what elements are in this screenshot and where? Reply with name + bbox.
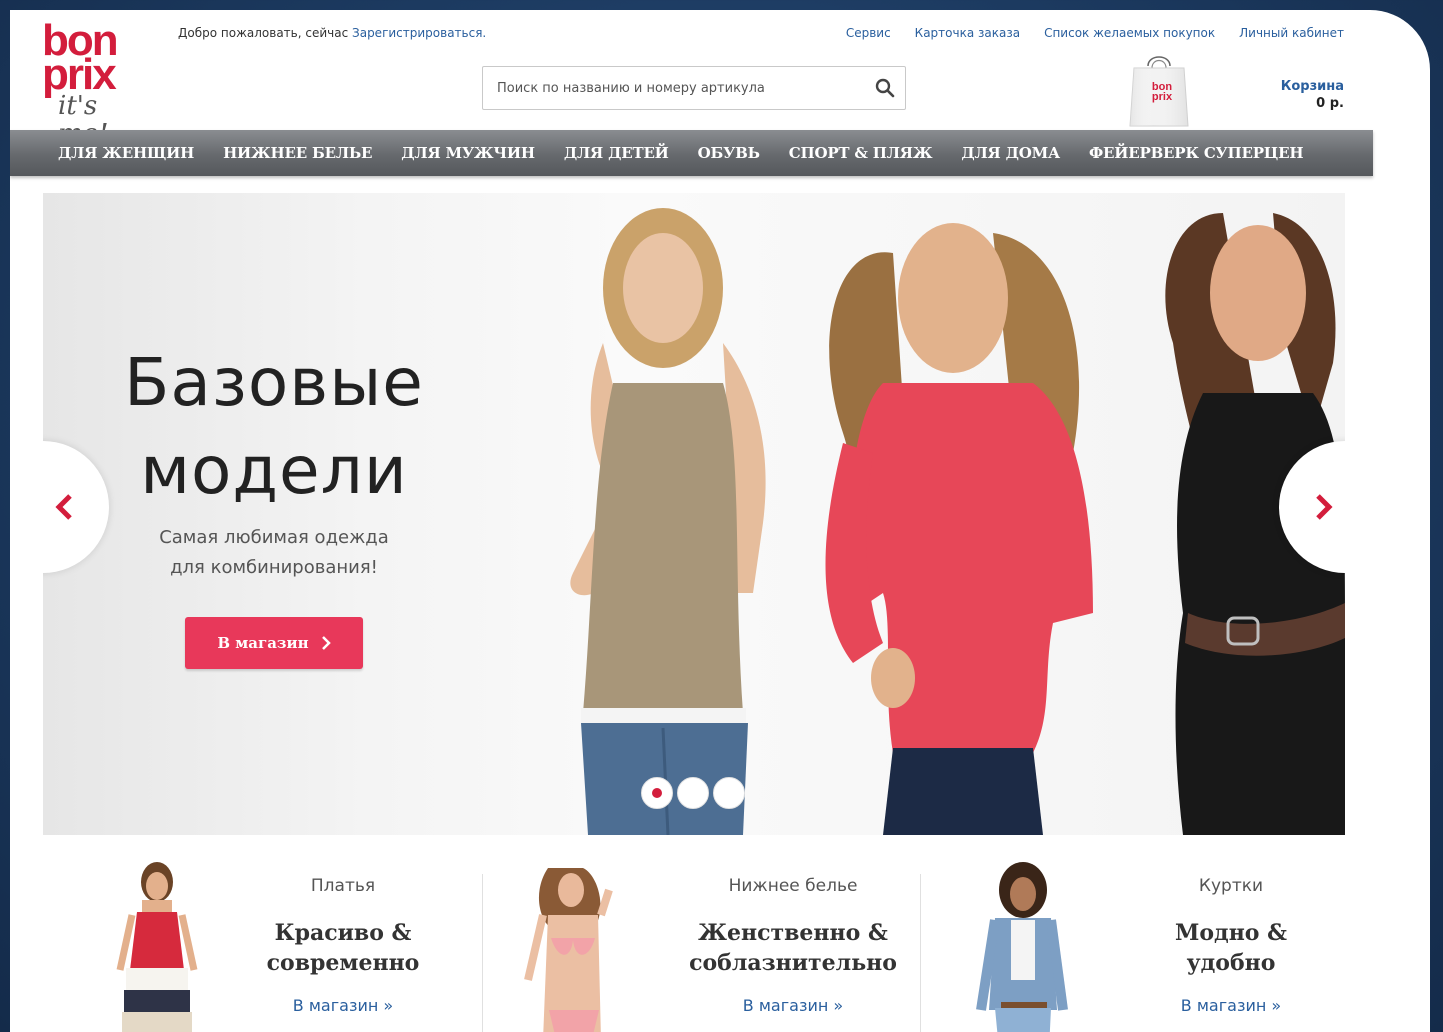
promo-headline: Модно & удобно xyxy=(1101,918,1361,978)
hero-subtitle-line2: для комбинирования! xyxy=(170,557,378,578)
bonprix-logo[interactable]: bon prix it's me! xyxy=(42,19,152,149)
promo-headline-line1: Красиво & xyxy=(274,920,412,946)
search-icon[interactable] xyxy=(875,78,895,98)
welcome-message: Добро пожаловать, сейчас Зарегистрироват… xyxy=(178,26,486,40)
nav-item-women[interactable]: ДЛЯ ЖЕНЩИН xyxy=(58,144,194,162)
chevron-left-icon xyxy=(55,494,72,520)
promo-jackets[interactable]: Куртки Модно & удобно В магазин » xyxy=(921,850,1373,1032)
lingerie-model-image xyxy=(524,868,613,1032)
cart-summary[interactable]: Корзина 0 р. xyxy=(1281,78,1344,112)
nav-item-lingerie[interactable]: НИЖНЕЕ БЕЛЬЕ xyxy=(223,144,372,162)
svg-text:prix: prix xyxy=(1152,91,1173,103)
promo-lingerie[interactable]: Нижнее белье Женственно & соблазнительно… xyxy=(483,850,919,1032)
nav-item-super-sale[interactable]: ФЕЙЕРВЕРК СУПЕРЦЕН xyxy=(1089,144,1303,162)
hero-banner[interactable]: Базовые модели Самая любимая одежда для … xyxy=(43,193,1345,835)
promo-shop-link[interactable]: В магазин » xyxy=(213,996,473,1015)
nav-item-kids[interactable]: ДЛЯ ДЕТЕЙ xyxy=(564,144,669,162)
nav-item-home[interactable]: ДЛЯ ДОМА xyxy=(961,144,1060,162)
shopping-bag-icon[interactable]: bon prix xyxy=(1126,52,1192,130)
promo-row: Платья Красиво & современно В магазин » … xyxy=(10,850,1373,1032)
page: bon prix it's me! Добро пожаловать, сейч… xyxy=(10,10,1430,1032)
search-box xyxy=(482,66,906,110)
hero-title: Базовые модели xyxy=(43,339,505,515)
promo-headline-line2: удобно xyxy=(1186,950,1276,976)
register-link[interactable]: Зарегистрироваться. xyxy=(352,26,486,40)
account-link[interactable]: Личный кабинет xyxy=(1239,26,1344,40)
promo-shop-link[interactable]: В магазин » xyxy=(663,996,923,1015)
dress-model-image xyxy=(116,862,198,1032)
promo-headline: Женственно & соблазнительно xyxy=(653,918,933,978)
cart-label: Корзина xyxy=(1280,79,1344,94)
promo-dresses[interactable]: Платья Красиво & современно В магазин » xyxy=(10,850,480,1032)
search-input[interactable] xyxy=(483,67,853,109)
wishlist-link[interactable]: Список желаемых покупок xyxy=(1044,26,1215,40)
promo-headline-line2: современно xyxy=(266,950,420,976)
promo-shop-link[interactable]: В магазин » xyxy=(1101,996,1361,1015)
jacket-model-image xyxy=(976,862,1068,1032)
carousel-dot-1[interactable] xyxy=(641,777,673,809)
chevron-right-icon xyxy=(1316,494,1333,520)
cart-sum: 0 р. xyxy=(1316,96,1344,111)
order-card-link[interactable]: Карточка заказа xyxy=(915,26,1020,40)
hero-subtitle-line1: Самая любимая одежда xyxy=(159,527,389,548)
logo-prix: prix xyxy=(42,50,117,99)
nav-item-men[interactable]: ДЛЯ МУЖЧИН xyxy=(401,144,535,162)
nav-item-shoes[interactable]: ОБУВЬ xyxy=(698,144,760,162)
hero-subtitle: Самая любимая одежда для комбинирования! xyxy=(43,523,505,583)
promo-headline: Красиво & современно xyxy=(213,918,473,978)
promo-category: Куртки xyxy=(1198,876,1264,896)
nav-item-sport-beach[interactable]: СПОРТ & ПЛЯЖ xyxy=(789,144,933,162)
hero-shop-button[interactable]: В магазин xyxy=(185,617,363,669)
promo-headline-line1: Женственно & xyxy=(698,920,888,946)
promo-headline-line2: соблазнительно xyxy=(689,950,897,976)
hero-title-line1: Базовые xyxy=(124,344,424,421)
carousel-dots xyxy=(641,777,745,809)
service-link[interactable]: Сервис xyxy=(846,26,891,40)
carousel-dot-2[interactable] xyxy=(677,777,709,809)
carousel-dot-3[interactable] xyxy=(713,777,745,809)
welcome-text: Добро пожаловать, сейчас xyxy=(178,26,353,40)
chevron-right-icon xyxy=(321,636,331,650)
promo-headline-line1: Модно & xyxy=(1175,920,1287,946)
promo-category: Платья xyxy=(310,876,376,896)
main-nav: ДЛЯ ЖЕНЩИН НИЖНЕЕ БЕЛЬЕ ДЛЯ МУЖЧИН ДЛЯ Д… xyxy=(10,130,1373,176)
promo-category: Нижнее белье xyxy=(728,876,858,896)
hero-shop-button-label: В магазин xyxy=(217,634,309,652)
hero-title-line2: модели xyxy=(140,432,408,509)
top-links: Сервис Карточка заказа Список желаемых п… xyxy=(846,26,1344,40)
hero-models-image xyxy=(570,208,1345,835)
